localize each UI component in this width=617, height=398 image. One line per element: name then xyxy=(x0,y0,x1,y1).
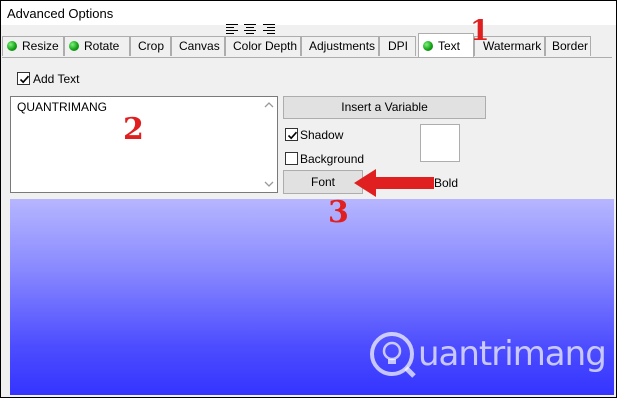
insert-variable-label: Insert a Variable xyxy=(341,100,428,114)
shadow-checkbox[interactable] xyxy=(285,128,298,141)
window-title: Advanced Options xyxy=(7,6,114,21)
tab-crop[interactable]: Crop xyxy=(130,36,171,56)
annotation-step-2: 2 xyxy=(123,112,144,147)
red-arrow-icon xyxy=(354,169,434,197)
align-center-icon[interactable] xyxy=(244,23,256,35)
tab-label: DPI xyxy=(388,39,409,53)
status-dot-icon xyxy=(69,41,79,51)
tab-label: Rotate xyxy=(84,39,120,53)
text-color-swatch[interactable] xyxy=(420,124,460,162)
scroll-up-icon[interactable] xyxy=(264,100,274,110)
checkmark-icon xyxy=(19,75,30,84)
tab-border[interactable]: Border xyxy=(545,36,591,56)
font-button-label: Font xyxy=(310,175,335,189)
text-input-area[interactable]: QUANTRIMANG xyxy=(10,96,278,193)
tab-label: Color Depth xyxy=(233,39,298,53)
shadow-label: Shadow xyxy=(300,128,344,142)
add-text-checkbox[interactable] xyxy=(17,72,30,85)
tab-label: Text xyxy=(438,39,461,53)
lightbulb-logo-icon xyxy=(370,332,416,378)
text-value: QUANTRIMANG xyxy=(17,100,107,114)
tab-resize[interactable]: Resize xyxy=(2,36,64,56)
background-checkbox[interactable] xyxy=(285,152,298,165)
align-left-icon[interactable] xyxy=(226,23,238,35)
annotation-step-3: 3 xyxy=(328,195,349,230)
vertical-scrollbar[interactable] xyxy=(261,97,277,192)
status-dot-icon xyxy=(423,41,433,51)
tab-text[interactable]: Text xyxy=(418,33,474,57)
tab-adjustments[interactable]: Adjustments xyxy=(301,36,379,56)
align-right-icon[interactable] xyxy=(263,23,275,35)
tab-rotate[interactable]: Rotate xyxy=(64,36,130,56)
tab-canvas[interactable]: Canvas xyxy=(171,36,225,56)
tab-label: Resize xyxy=(22,39,59,53)
tab-dpi[interactable]: DPI xyxy=(379,36,416,56)
background-label: Background xyxy=(300,152,365,166)
tab-label: Canvas xyxy=(179,39,220,53)
tab-label: Watermark xyxy=(483,39,542,53)
status-dot-icon xyxy=(7,41,17,51)
watermark-text: uantrimang xyxy=(418,334,607,374)
tab-label: Border xyxy=(552,39,589,53)
font-style-label: Bold xyxy=(434,176,459,190)
tab-color-depth[interactable]: Color Depth xyxy=(225,36,301,56)
title-bar: Advanced Options xyxy=(1,1,616,25)
tab-label: Adjustments xyxy=(309,39,376,53)
checkmark-icon xyxy=(287,131,298,140)
add-text-label: Add Text xyxy=(33,72,80,86)
font-button[interactable]: Font xyxy=(283,170,363,194)
insert-variable-button[interactable]: Insert a Variable xyxy=(283,96,486,119)
scroll-down-icon[interactable] xyxy=(264,179,274,189)
tab-label: Crop xyxy=(138,39,165,53)
